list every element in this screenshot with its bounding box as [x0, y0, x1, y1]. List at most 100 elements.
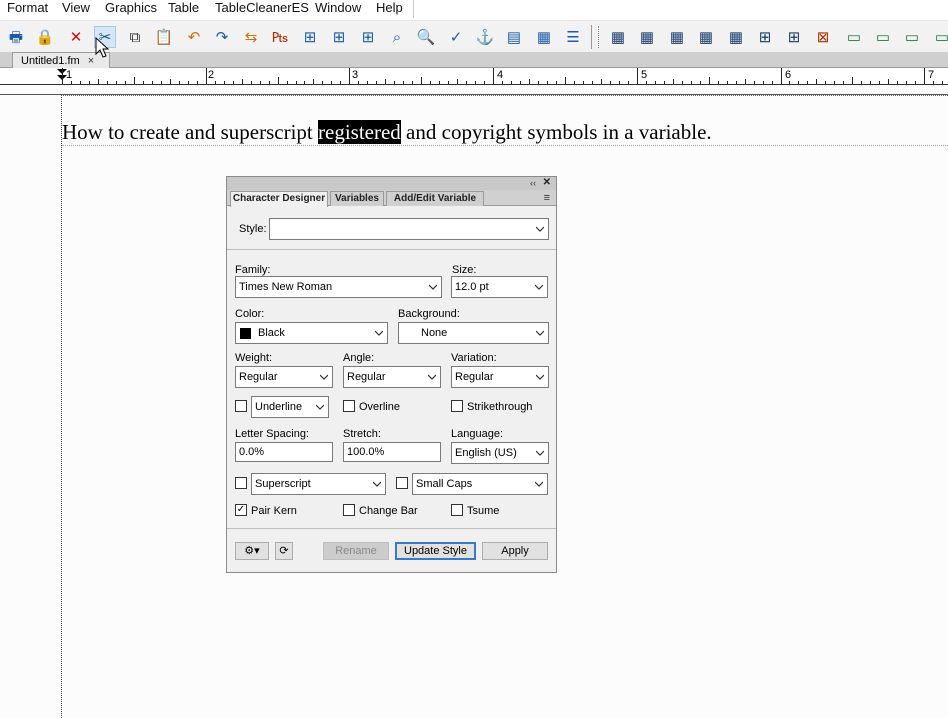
- table-4-icon[interactable]: ▦: [695, 26, 717, 48]
- settings-gear-button[interactable]: ⚙▾: [235, 542, 269, 560]
- spellcheck-icon[interactable]: ✓: [445, 26, 467, 48]
- overline-checkbox[interactable]: [343, 400, 355, 412]
- tab-variables[interactable]: Variables: [330, 191, 384, 206]
- lock-icon[interactable]: 🔒: [34, 26, 56, 48]
- grid-icon[interactable]: ▦: [533, 26, 555, 48]
- language-dropdown[interactable]: English (US): [451, 442, 549, 464]
- anchor-icon[interactable]: ⚓: [474, 26, 496, 48]
- align-icon[interactable]: ☰: [562, 26, 584, 48]
- ruler-tick: [664, 81, 665, 84]
- separator: [227, 528, 556, 529]
- smallcaps-dropdown[interactable]: Small Caps: [412, 473, 548, 495]
- redo-icon[interactable]: ↷: [211, 26, 233, 48]
- table-11-icon[interactable]: ▭: [901, 26, 923, 48]
- chevron-down-icon: [428, 374, 436, 380]
- ruler-tick: [331, 81, 332, 84]
- tab-character-designer[interactable]: Character Designer: [230, 191, 328, 207]
- ruler-tick: [448, 81, 449, 84]
- menu-table[interactable]: Table: [168, 0, 199, 16]
- table-6-icon[interactable]: ⊞: [754, 26, 776, 48]
- close-panel-icon[interactable]: ✕: [543, 177, 551, 189]
- underline-checkbox[interactable]: [235, 400, 247, 412]
- repeat-icon[interactable]: ⇆: [240, 26, 262, 48]
- pair-kern-label: Pair Kern: [251, 505, 297, 517]
- stretch-label: Stretch:: [343, 428, 381, 440]
- undo-icon[interactable]: ↶: [183, 26, 205, 48]
- ruler-tick: [493, 68, 494, 84]
- selected-text[interactable]: registered: [318, 120, 401, 144]
- horizontal-ruler[interactable]: 1 2 3 4 5 6 7: [0, 68, 948, 85]
- variation-dropdown[interactable]: Regular: [451, 366, 549, 388]
- size-dropdown[interactable]: 12.0 pt: [451, 276, 548, 298]
- ruler-tick: [915, 81, 916, 84]
- menu-format[interactable]: Format: [7, 0, 48, 16]
- table-9-icon[interactable]: ▭: [843, 26, 865, 48]
- panel-menu-icon[interactable]: ≡: [544, 193, 550, 204]
- ruler-tick: [772, 81, 773, 84]
- table-8-icon[interactable]: ⊠: [812, 26, 834, 48]
- stretch-field[interactable]: 100.0%: [343, 442, 441, 462]
- table-10-icon[interactable]: ▭: [872, 26, 894, 48]
- panel-titlebar[interactable]: ‹‹ ✕: [227, 177, 556, 190]
- ruler-tick: [942, 81, 943, 84]
- table-1-icon[interactable]: ▦: [607, 26, 629, 48]
- text-before-selection: How to create and superscript: [62, 120, 318, 144]
- print-icon[interactable]: 🖶: [5, 26, 27, 48]
- smallcaps-checkbox[interactable]: [396, 477, 408, 489]
- panel-tabs: Character Designer Variables Add/Edit Va…: [227, 190, 556, 207]
- document-text-line[interactable]: How to create and superscript registered…: [62, 120, 712, 145]
- tsume-checkbox[interactable]: [451, 504, 463, 516]
- text-frame-icon[interactable]: ▤: [503, 26, 525, 48]
- menu-graphics[interactable]: Graphics: [105, 0, 157, 16]
- refresh-icon[interactable]: ⟳: [275, 542, 293, 560]
- toolbar: 🖶 🔒 ✕ ✂ ⧉ 📋 ↶ ↷ ⇆ ₧ ⊞ ⊞ ⊞ ⌕ 🔍 ✓ ⚓ ▤ ▦ ☰ ▦ ▦ ▦ ▦ ▦ ⊞ ⊞ ⊠ ▭ ▭ ▭ ▭: [0, 20, 948, 52]
- superscript-checkbox[interactable]: [235, 477, 247, 489]
- hyphenate-icon[interactable]: ₧: [269, 26, 291, 48]
- menu-help[interactable]: Help: [376, 0, 403, 16]
- change-bar-checkbox[interactable]: [343, 504, 355, 516]
- pair-kern-checkbox[interactable]: ✓: [235, 504, 247, 516]
- delete-icon[interactable]: ✕: [65, 26, 87, 48]
- zoom-icon[interactable]: 🔍: [415, 26, 437, 48]
- family-dropdown[interactable]: Times New Roman: [235, 276, 442, 298]
- color-dropdown[interactable]: Black: [235, 322, 388, 344]
- table-12-icon[interactable]: ▭: [931, 26, 948, 48]
- background-dropdown[interactable]: None: [398, 322, 549, 344]
- close-tab-icon[interactable]: ×: [88, 55, 94, 67]
- ruler-tick: [62, 68, 63, 84]
- menu-tablecleaneres[interactable]: TableCleanerES: [215, 0, 309, 16]
- style-dropdown[interactable]: [269, 218, 549, 240]
- underline-dropdown[interactable]: Underline: [251, 396, 329, 418]
- superscript-dropdown[interactable]: Superscript: [251, 473, 386, 495]
- ruler-tick: [789, 81, 790, 84]
- table-2-icon[interactable]: ▦: [636, 26, 658, 48]
- strikethrough-checkbox[interactable]: [451, 400, 463, 412]
- table-7-icon[interactable]: ⊞: [783, 26, 805, 48]
- weight-dropdown[interactable]: Regular: [235, 366, 333, 388]
- ruler-tick: [304, 81, 305, 84]
- insert-text-icon[interactable]: ⊞: [299, 26, 321, 48]
- rename-button[interactable]: Rename: [323, 542, 389, 560]
- letter-spacing-field[interactable]: 0.0%: [235, 442, 333, 462]
- table-5-icon[interactable]: ▦: [725, 26, 747, 48]
- ruler-tick: [682, 81, 683, 84]
- collapse-panel-icon[interactable]: ‹‹: [530, 177, 536, 189]
- toolbar-grip[interactable]: [598, 26, 600, 48]
- copy-icon[interactable]: ⧉: [124, 26, 146, 48]
- angle-dropdown[interactable]: Regular: [343, 366, 441, 388]
- tab-add-edit-variable[interactable]: Add/Edit Variable: [386, 191, 484, 206]
- chevron-down-icon: [536, 226, 544, 232]
- menu-window[interactable]: Window: [315, 0, 361, 16]
- table-3-icon[interactable]: ▦: [666, 26, 688, 48]
- update-style-button[interactable]: Update Style: [395, 542, 476, 560]
- apply-button[interactable]: Apply: [482, 542, 548, 560]
- insert-footnote-icon[interactable]: ⊞: [328, 26, 350, 48]
- background-value: None: [421, 327, 448, 339]
- menu-view[interactable]: View: [62, 0, 90, 16]
- paste-icon[interactable]: 📋: [153, 26, 175, 48]
- insert-table-icon[interactable]: ⊞: [357, 26, 379, 48]
- find-icon[interactable]: ⌕: [386, 26, 408, 48]
- chevron-down-icon: [375, 330, 383, 336]
- family-value: Times New Roman: [239, 281, 333, 293]
- underline-value: Underline: [255, 401, 303, 413]
